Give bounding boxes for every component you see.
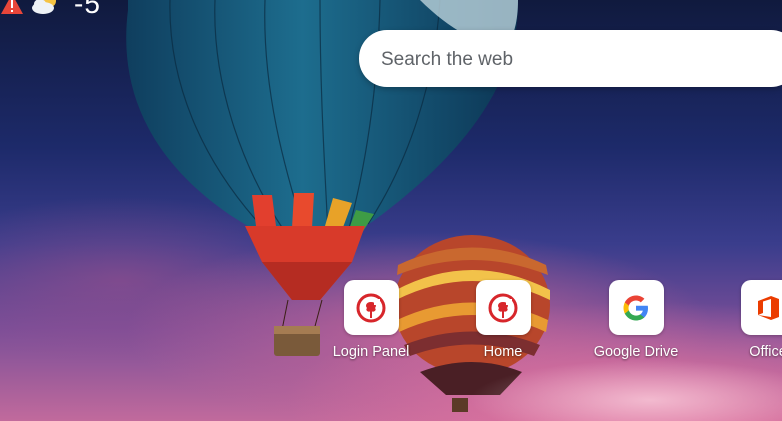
shortcut-tile[interactable] [475,280,531,335]
google-g-icon [623,295,648,320]
shortcut-tile[interactable] [740,280,782,335]
weather-widget[interactable]: -5° [0,0,107,20]
temperature-value: -5° [74,0,107,20]
shortcut-tile[interactable] [343,280,399,335]
search-bar[interactable] [359,30,782,89]
shortcut-office[interactable]: Office [713,280,782,360]
partly-cloudy-icon [30,0,60,15]
red-tree-logo-icon [488,293,518,322]
shortcut-label: Login Panel [332,344,410,360]
new-tab-page: -5° Login Panel Home [0,0,782,421]
shortcut-label: Office [749,344,782,360]
warning-icon [0,0,24,15]
office-logo-icon [758,295,779,320]
shortcut-label: Home [483,344,523,360]
red-tree-logo-icon [356,293,386,322]
shortcut-label: Google Drive [593,344,679,360]
shortcut-google-drive[interactable]: Google Drive [581,280,691,360]
temperature-unit: ° [101,0,107,3]
search-input[interactable] [379,30,763,89]
shortcut-tile[interactable] [608,280,664,335]
shortcut-login-panel[interactable]: Login Panel [316,280,426,360]
shortcut-home[interactable]: Home [448,280,558,360]
